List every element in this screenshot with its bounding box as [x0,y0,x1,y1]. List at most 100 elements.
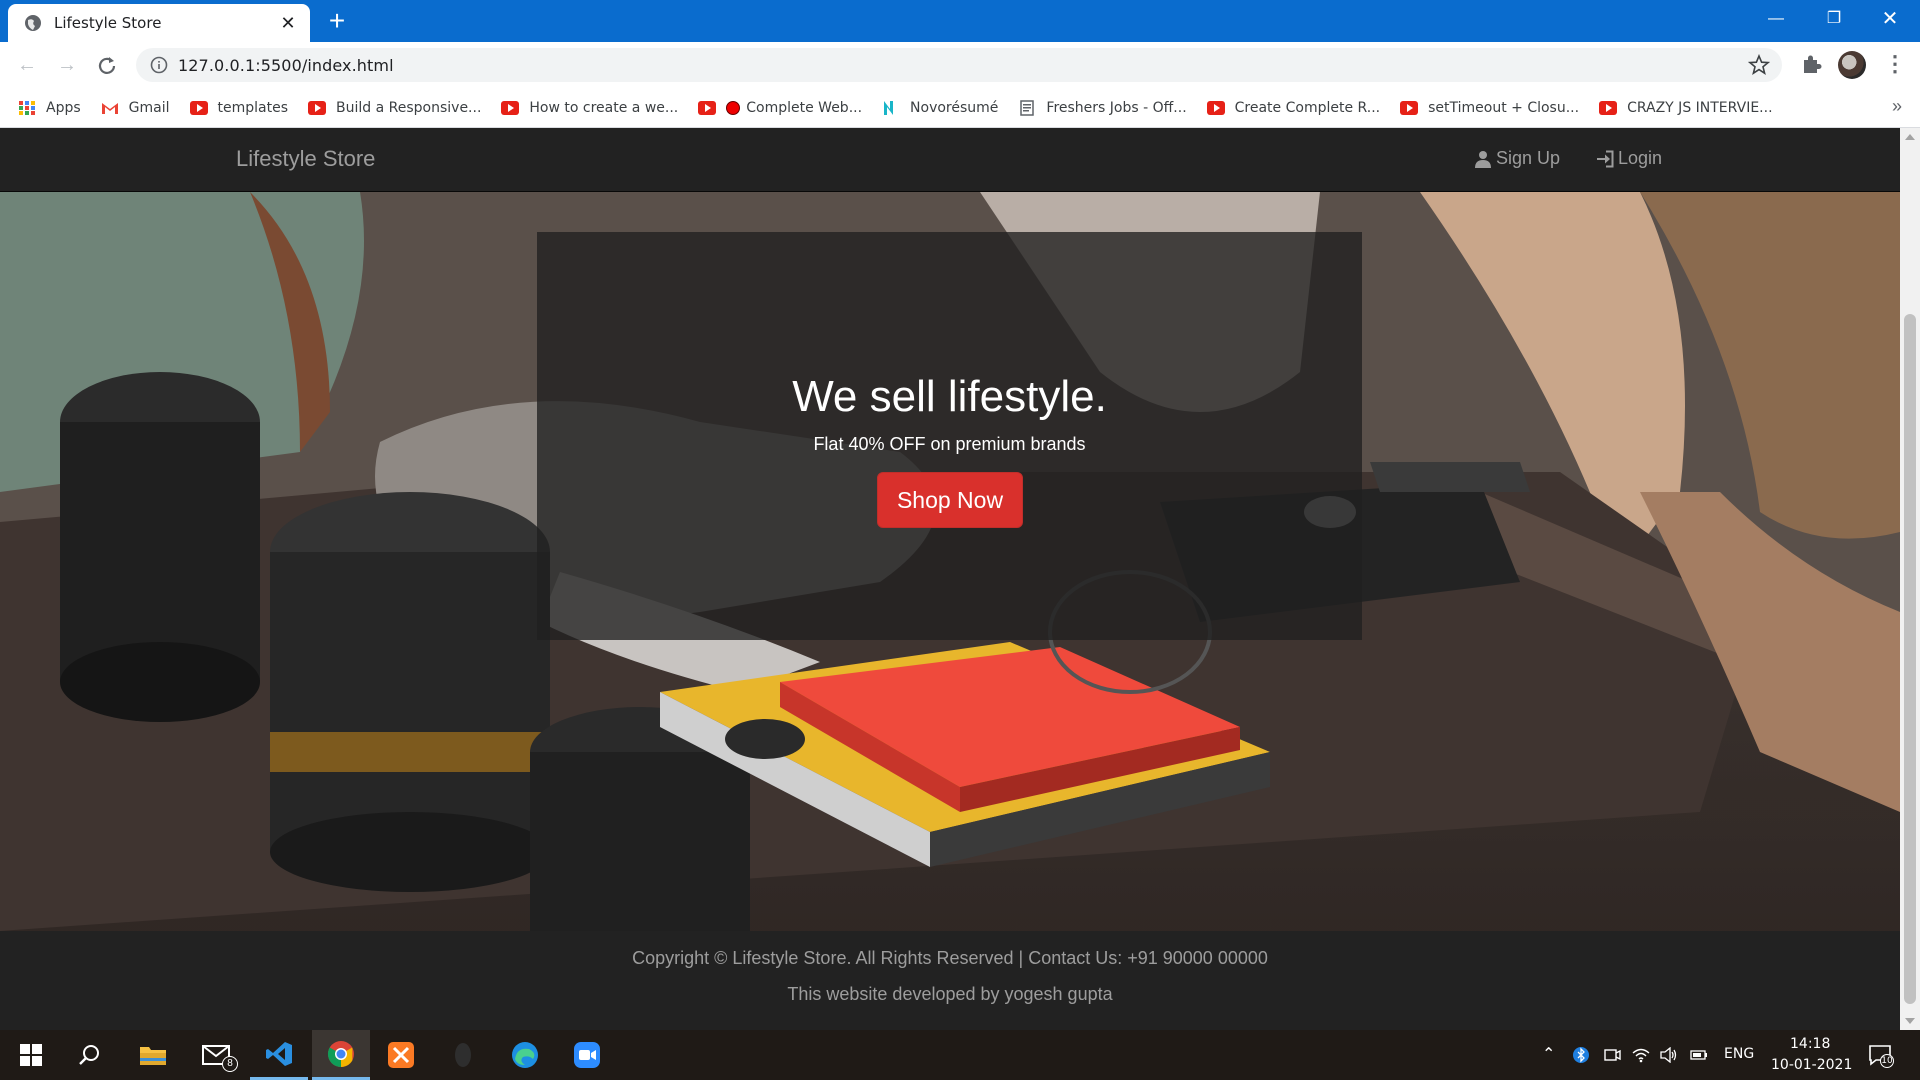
login-icon [1597,150,1614,167]
url-text: 127.0.0.1:5500/index.html [178,55,394,75]
bookmark-freshers-jobs[interactable]: Freshers Jobs - Off... [1018,99,1187,116]
info-icon[interactable] [150,56,168,74]
hero-title: We sell lifestyle. [792,372,1107,421]
bookmark-gmail[interactable]: Gmail [101,100,170,116]
mail-badge: 8 [222,1056,238,1072]
page-scrollbar[interactable] [1900,128,1920,1030]
page-icon [1020,99,1035,116]
restore-window-button[interactable]: ❐ [1806,0,1862,38]
youtube-icon [1400,100,1419,115]
brand-link[interactable]: Lifestyle Store [236,146,375,172]
taskbar-app-dark[interactable] [434,1030,492,1080]
address-bar[interactable]: 127.0.0.1:5500/index.html [136,48,1782,82]
bookmark-crazy-js[interactable]: CRAZY JS INTERVIE... [1599,99,1773,116]
bookmark-label: Freshers Jobs - Off... [1046,99,1187,116]
minimize-window-button[interactable]: — [1748,0,1804,38]
language-indicator[interactable]: ENG [1724,1046,1754,1062]
bookmark-label: CRAZY JS INTERVIE... [1627,99,1773,116]
forward-button[interactable]: → [52,50,82,80]
windows-logo-icon [20,1044,42,1066]
taskbar-vscode[interactable] [250,1030,308,1080]
bookmark-label: Apps [46,99,81,116]
bookmark-label: Create Complete R... [1234,99,1381,116]
vscode-icon [266,1041,292,1066]
profile-avatar[interactable] [1838,51,1866,79]
bookmark-apps[interactable]: Apps [18,100,81,116]
taskbar-mail[interactable]: 8 [188,1030,246,1080]
scroll-down-arrow-icon[interactable] [1905,1018,1915,1024]
bookmarks-bar: Apps Gmail templates Build a Responsive.… [0,88,1920,128]
site-footer: Copyright © Lifestyle Store. All Rights … [0,931,1900,1030]
start-button[interactable] [2,1030,60,1080]
hero-subtitle: Flat 40% OFF on premium brands [813,434,1086,454]
bookmark-label: Gmail [128,99,170,116]
back-button[interactable]: ← [12,50,42,80]
login-link[interactable]: Login [1596,148,1662,169]
dark-app-icon [455,1043,471,1067]
bookmark-build-responsive[interactable]: Build a Responsive... [308,100,481,116]
red-circle-icon [726,100,741,115]
search-icon [79,1045,99,1065]
youtube-icon [189,100,208,115]
wifi-icon[interactable] [1632,1047,1650,1063]
site-navbar: Lifestyle Store Sign Up Login [0,128,1900,192]
bookmark-star-icon[interactable] [1748,54,1770,76]
page-viewport: Lifestyle Store Sign Up Login We sell li… [0,128,1900,1030]
bookmark-create-complete[interactable]: Create Complete R... [1206,99,1381,116]
taskbar-chrome[interactable] [312,1030,370,1080]
clock-date[interactable]: 10-01-2021 [1771,1057,1852,1073]
bookmark-templates[interactable]: templates [189,99,289,116]
browser-menu-button[interactable]: ⋮ [1884,52,1906,78]
meet-now-icon[interactable] [1603,1047,1621,1063]
folder-icon [140,1047,166,1065]
scrollbar-thumb[interactable] [1904,314,1916,1004]
extensions-puzzle-icon[interactable] [1798,52,1824,78]
youtube-icon [308,100,327,115]
footer-copyright: Copyright © Lifestyle Store. All Rights … [632,948,1268,968]
bookmark-label: How to create a we... [529,99,679,116]
reload-button[interactable] [92,50,122,80]
browser-tab[interactable]: Lifestyle Store ✕ [8,4,310,42]
gmail-icon [101,102,118,114]
signup-link[interactable]: Sign Up [1474,148,1560,169]
bookmark-label: setTimeout + Closu... [1428,99,1580,116]
bookmark-how-to-create[interactable]: How to create a we... [501,100,678,116]
bookmark-label: Complete Web... [746,99,863,116]
battery-icon[interactable] [1690,1047,1708,1063]
clock-time[interactable]: 14:18 [1790,1036,1830,1052]
close-tab-icon[interactable]: ✕ [278,13,298,33]
globe-icon [25,15,41,31]
chrome-icon [327,1040,354,1067]
hero-card: We sell lifestyle. Flat 40% OFF on premi… [537,232,1362,640]
browser-tabstrip: Lifestyle Store ✕ + — ❐ ✕ [0,0,1920,42]
zoom-icon [574,1042,600,1068]
youtube-icon [698,100,717,115]
tray-chevron-up-icon[interactable]: ⌃ [1542,1044,1555,1063]
reload-icon [98,57,116,74]
bookmark-complete-web[interactable]: Complete Web... [698,100,862,116]
novoresume-icon [884,100,894,115]
new-tab-button[interactable]: + [322,7,352,36]
scroll-up-arrow-icon[interactable] [1905,134,1915,140]
edge-icon [512,1042,538,1068]
notification-center-button[interactable]: 10 [1868,1044,1894,1068]
footer-developer-credit: This website developed by yogesh gupta [787,984,1113,1004]
bookmark-novoresume[interactable]: Novorésumé [882,100,998,116]
shop-now-button[interactable]: Shop Now [877,472,1023,528]
bluetooth-icon[interactable] [1572,1047,1590,1063]
login-label: Login [1618,148,1663,168]
search-button[interactable] [60,1030,118,1080]
taskbar-xampp[interactable] [372,1030,430,1080]
more-bookmarks-chevron-icon[interactable]: » [1892,96,1902,117]
tab-title: Lifestyle Store [54,14,162,32]
youtube-icon [1206,100,1225,115]
taskbar-file-explorer[interactable] [124,1030,182,1080]
bookmark-label: templates [217,99,289,116]
close-window-button[interactable]: ✕ [1862,0,1918,38]
signup-label: Sign Up [1496,148,1561,168]
bookmark-settimeout[interactable]: setTimeout + Closu... [1400,100,1579,116]
windows-taskbar: 8 ⌃ ENG 14:18 10-01-2021 10 [0,1030,1920,1080]
volume-icon[interactable] [1660,1047,1678,1063]
taskbar-edge[interactable] [496,1030,554,1080]
taskbar-zoom[interactable] [558,1030,616,1080]
